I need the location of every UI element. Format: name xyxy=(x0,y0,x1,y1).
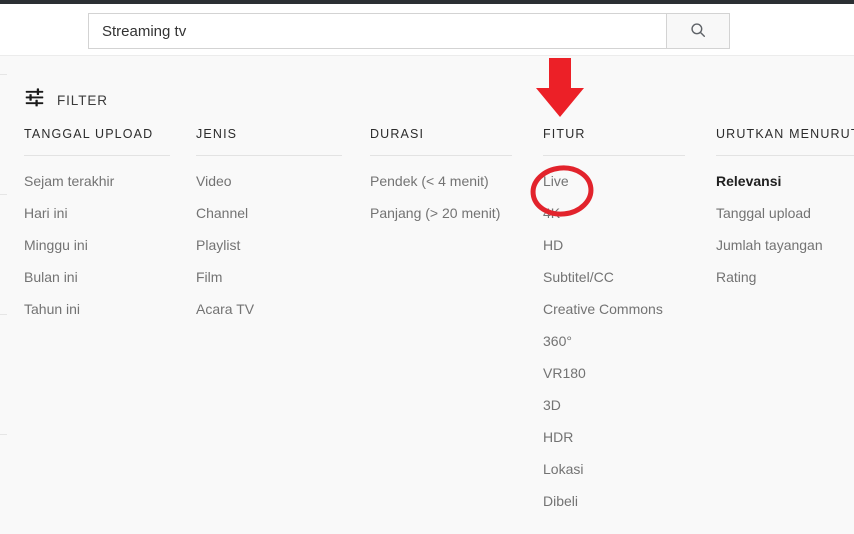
filter-column-tanggal-upload: TANGGAL UPLOAD Sejam terakhir Hari ini M… xyxy=(24,127,172,325)
edge-tick xyxy=(0,434,7,435)
search-bar xyxy=(88,13,730,49)
filter-option-video[interactable]: Video xyxy=(196,165,344,197)
search-icon xyxy=(689,21,707,42)
column-divider xyxy=(196,155,342,156)
filter-option-creative-commons[interactable]: Creative Commons xyxy=(543,293,691,325)
filter-option-list: Live 4K HD Subtitel/CC Creative Commons … xyxy=(543,165,691,517)
sort-option-jumlah-tayangan[interactable]: Jumlah tayangan xyxy=(716,229,854,261)
filter-column-header: JENIS xyxy=(196,127,238,141)
filter-option-list: Video Channel Playlist Film Acara TV xyxy=(196,165,344,325)
filter-option-hdr[interactable]: HDR xyxy=(543,421,691,453)
filter-column-fitur: FITUR Live 4K HD Subtitel/CC Creative Co… xyxy=(543,127,691,517)
filter-option-minggu-ini[interactable]: Minggu ini xyxy=(24,229,172,261)
filter-toggle-button[interactable]: FILTER xyxy=(24,87,108,113)
search-submit-button[interactable] xyxy=(666,13,730,49)
filter-panel: FILTER TANGGAL UPLOAD Sejam terakhir Har… xyxy=(0,55,854,534)
edge-tick xyxy=(0,314,7,315)
filter-option-sejam-terakhir[interactable]: Sejam terakhir xyxy=(24,165,172,197)
search-header xyxy=(0,4,854,55)
filter-option-360[interactable]: 360° xyxy=(543,325,691,357)
filter-option-hd[interactable]: HD xyxy=(543,229,691,261)
search-input[interactable] xyxy=(88,13,666,49)
sort-option-rating[interactable]: Rating xyxy=(716,261,854,293)
column-divider xyxy=(24,155,170,156)
filter-option-dibeli[interactable]: Dibeli xyxy=(543,485,691,517)
sort-option-tanggal-upload[interactable]: Tanggal upload xyxy=(716,197,854,229)
tune-sliders-icon xyxy=(24,87,45,113)
filter-option-list: Pendek (< 4 menit) Panjang (> 20 menit) xyxy=(370,165,518,229)
sort-option-relevansi[interactable]: Relevansi xyxy=(716,165,854,197)
filter-toggle-label: FILTER xyxy=(57,92,108,108)
filter-column-header: DURASI xyxy=(370,127,425,141)
filter-option-film[interactable]: Film xyxy=(196,261,344,293)
column-divider xyxy=(370,155,512,156)
filter-option-hari-ini[interactable]: Hari ini xyxy=(24,197,172,229)
column-divider xyxy=(716,155,854,156)
filter-option-bulan-ini[interactable]: Bulan ini xyxy=(24,261,172,293)
filter-column-durasi: DURASI Pendek (< 4 menit) Panjang (> 20 … xyxy=(370,127,518,229)
filter-column-urutkan-menurut: URUTKAN MENURUT Relevansi Tanggal upload… xyxy=(716,127,854,293)
filter-option-lokasi[interactable]: Lokasi xyxy=(543,453,691,485)
filter-column-jenis: JENIS Video Channel Playlist Film Acara … xyxy=(196,127,344,325)
filter-column-header: URUTKAN MENURUT xyxy=(716,127,854,141)
filter-column-header: FITUR xyxy=(543,127,586,141)
filter-option-live[interactable]: Live xyxy=(543,165,691,197)
filter-option-list: Relevansi Tanggal upload Jumlah tayangan… xyxy=(716,165,854,293)
filter-option-list: Sejam terakhir Hari ini Minggu ini Bulan… xyxy=(24,165,172,325)
filter-option-channel[interactable]: Channel xyxy=(196,197,344,229)
column-divider xyxy=(543,155,685,156)
filter-option-tahun-ini[interactable]: Tahun ini xyxy=(24,293,172,325)
filter-option-panjang[interactable]: Panjang (> 20 menit) xyxy=(370,197,518,229)
filter-option-4k[interactable]: 4K xyxy=(543,197,691,229)
filter-option-acara-tv[interactable]: Acara TV xyxy=(196,293,344,325)
filter-option-vr180[interactable]: VR180 xyxy=(543,357,691,389)
edge-tick xyxy=(0,194,7,195)
filter-option-subtitel-cc[interactable]: Subtitel/CC xyxy=(543,261,691,293)
edge-tick xyxy=(0,74,7,75)
filter-option-playlist[interactable]: Playlist xyxy=(196,229,344,261)
filter-column-header: TANGGAL UPLOAD xyxy=(24,127,154,141)
filter-option-3d[interactable]: 3D xyxy=(543,389,691,421)
filter-option-pendek[interactable]: Pendek (< 4 menit) xyxy=(370,165,518,197)
